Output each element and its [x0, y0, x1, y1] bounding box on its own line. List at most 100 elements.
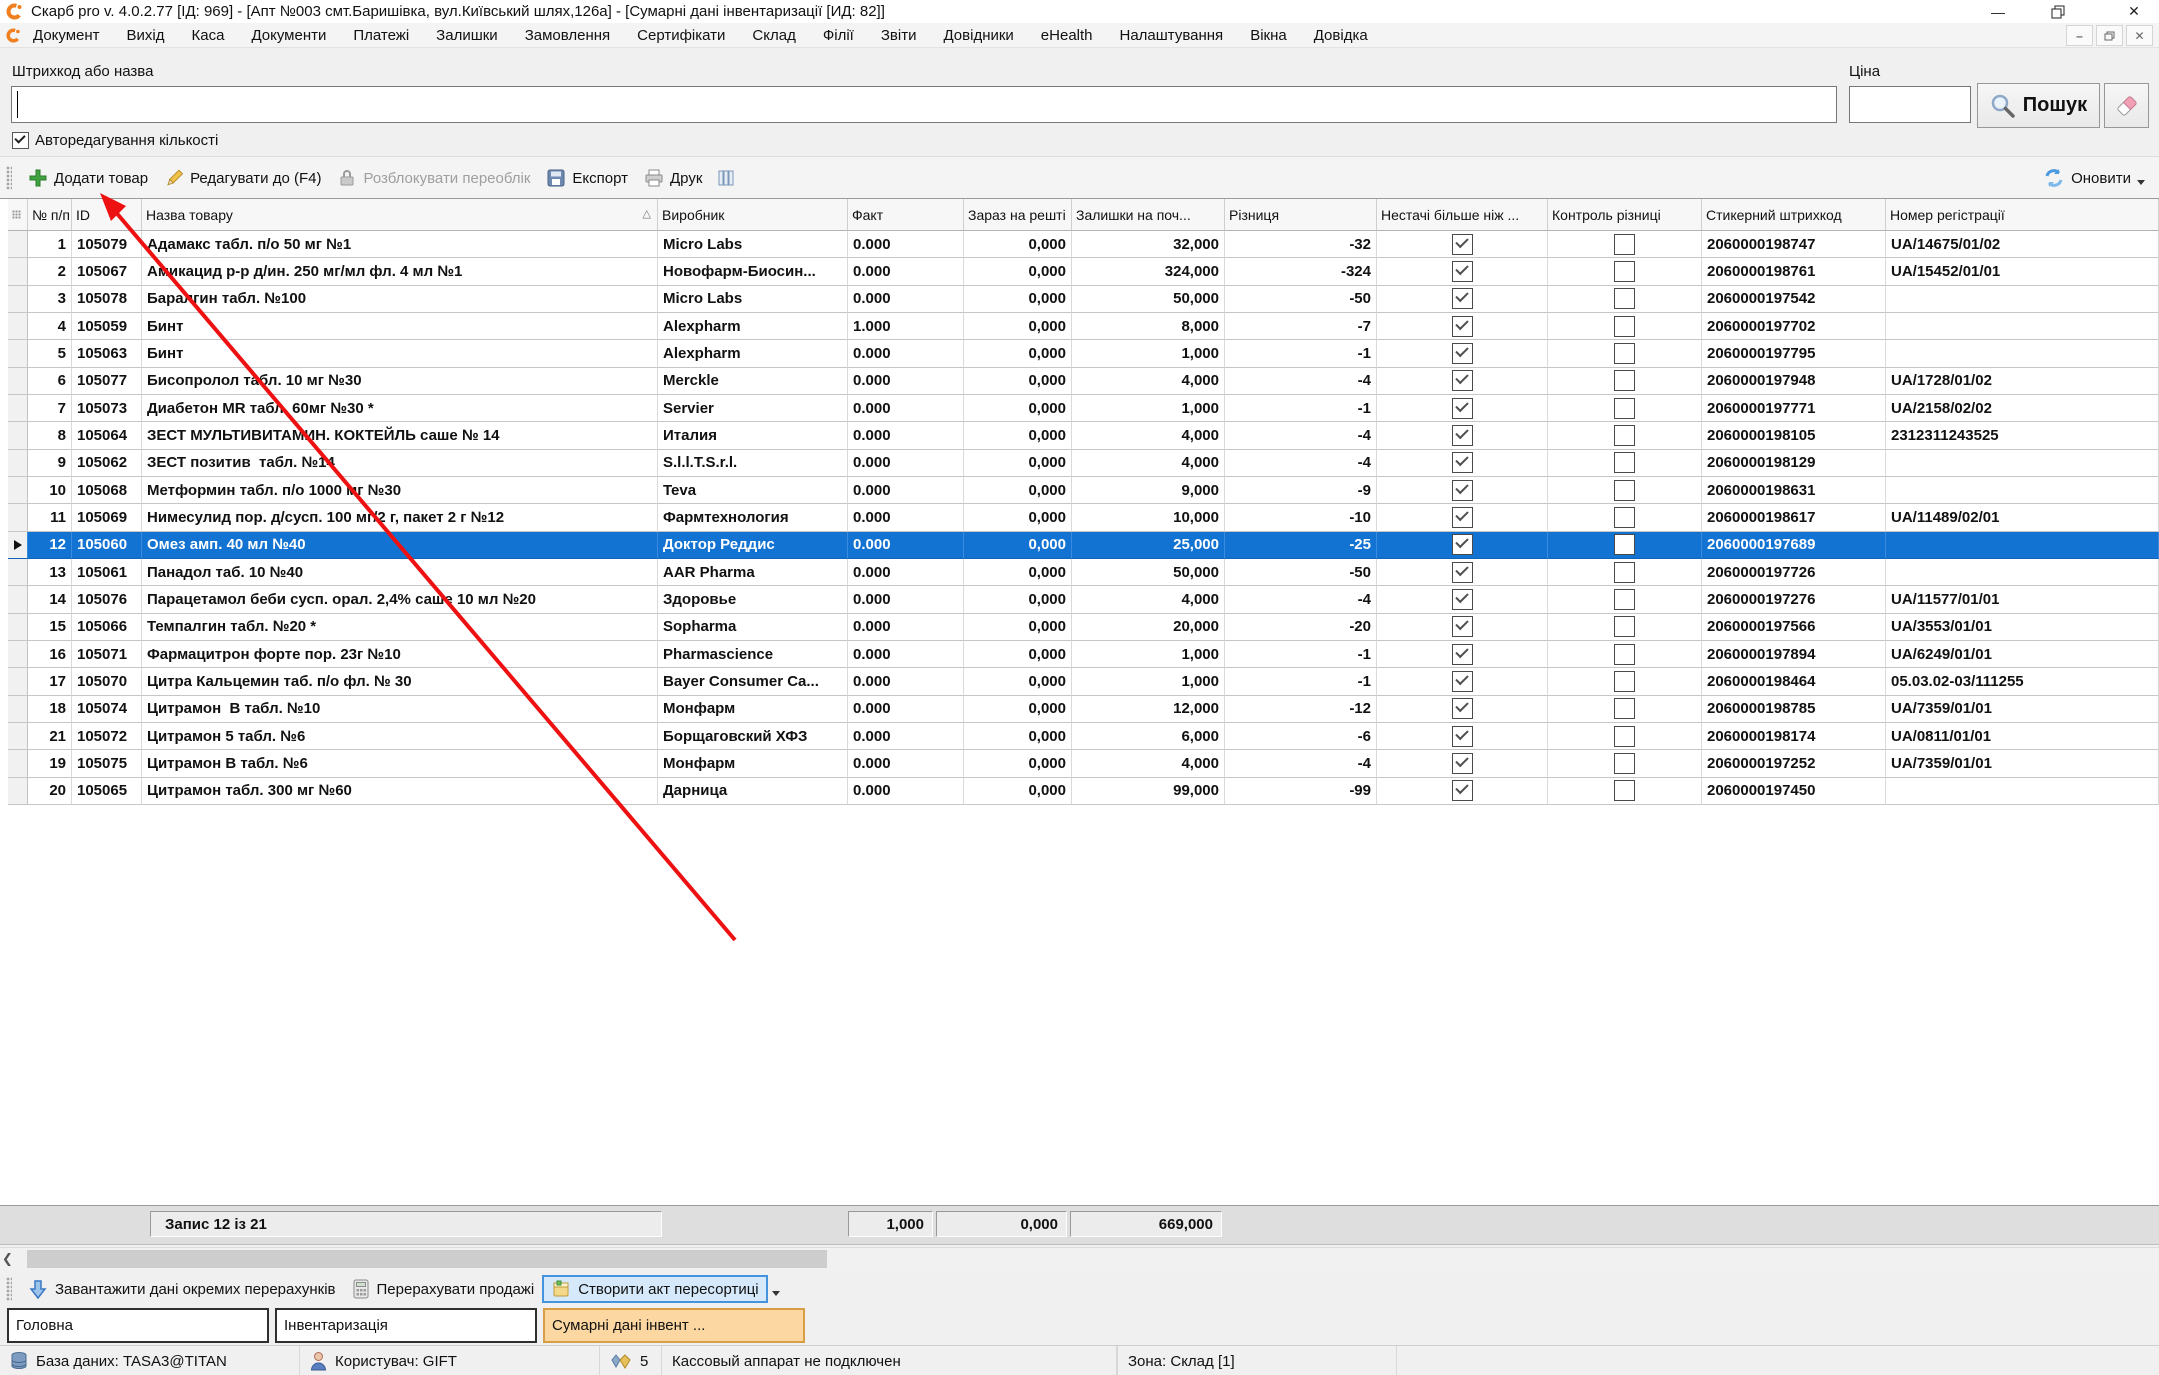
row-marker-cell[interactable]: [8, 723, 28, 750]
checkbox-unchecked-icon[interactable]: [1614, 288, 1635, 309]
row-marker-cell[interactable]: [8, 450, 28, 477]
checkbox-checked-icon[interactable]: [1452, 398, 1473, 419]
checkbox-unchecked-icon[interactable]: [1614, 234, 1635, 255]
scrollbar-thumb[interactable]: [27, 1250, 827, 1268]
checkbox-checked-icon[interactable]: [1452, 288, 1473, 309]
tab-2[interactable]: Сумарні дані інвент ...: [543, 1308, 805, 1343]
row-marker-cell[interactable]: [8, 778, 28, 805]
checkbox-checked-icon[interactable]: [1452, 507, 1473, 528]
mdi-minimize-icon[interactable]: –: [2066, 25, 2093, 46]
table-row[interactable]: 13105061Панадол таб. 10 №40AAR Pharma0.0…: [8, 559, 2159, 586]
checkbox-checked-icon[interactable]: [1452, 562, 1473, 583]
column-header-3[interactable]: Виробник: [658, 199, 848, 231]
menu-item-8[interactable]: Склад: [752, 27, 795, 44]
menu-item-6[interactable]: Замовлення: [525, 27, 610, 44]
checkbox-unchecked-icon[interactable]: [1614, 261, 1635, 282]
table-row[interactable]: 5105063БинтAlexpharm0.0000,0001,000-1206…: [8, 340, 2159, 367]
checkbox-checked-icon[interactable]: [1452, 589, 1473, 610]
checkbox-unchecked-icon[interactable]: [1614, 726, 1635, 747]
toolbar-grip[interactable]: [6, 166, 12, 190]
table-row[interactable]: 3105078Баралгин табл. №100Micro Labs0.00…: [8, 286, 2159, 313]
row-marker-cell[interactable]: [8, 614, 28, 641]
scroll-left-icon[interactable]: ❮: [2, 1251, 13, 1267]
checkbox-unchecked-icon[interactable]: [1614, 671, 1635, 692]
menu-item-10[interactable]: Звіти: [881, 27, 917, 44]
checkbox-unchecked-icon[interactable]: [1614, 507, 1635, 528]
row-marker-cell[interactable]: [8, 641, 28, 668]
checkbox-checked-icon[interactable]: [1452, 616, 1473, 637]
edit-item-button[interactable]: Редагувати до (F4): [156, 164, 329, 192]
row-marker-cell[interactable]: [8, 559, 28, 586]
checkbox-unchecked-icon[interactable]: [1614, 534, 1635, 555]
recalculate-sales-button[interactable]: Перерахувати продажі: [344, 1275, 543, 1303]
table-row[interactable]: 18105074Цитрамон В табл. №10Монфарм0.000…: [8, 696, 2159, 723]
table-row[interactable]: 9105062ЗЕСТ позитив табл. №14S.l.l.T.S.r…: [8, 450, 2159, 477]
checkbox-checked-icon[interactable]: [1452, 316, 1473, 337]
checkbox-unchecked-icon[interactable]: [1614, 698, 1635, 719]
checkbox-unchecked-icon[interactable]: [1614, 644, 1635, 665]
table-row[interactable]: 8105064ЗЕСТ МУЛЬТИВИТАМИН. КОКТЕЙЛЬ саше…: [8, 422, 2159, 449]
create-act-dropdown-icon[interactable]: [772, 1291, 780, 1296]
menu-item-0[interactable]: Документ: [33, 27, 100, 44]
table-row[interactable]: 2105067Амикацид р-р д/ин. 250 мг/мл фл. …: [8, 258, 2159, 285]
tab-1[interactable]: Інвентаризація: [275, 1308, 537, 1343]
checkbox-unchecked-icon[interactable]: [1614, 343, 1635, 364]
column-header-10[interactable]: Стикерний штрихкод: [1702, 199, 1886, 231]
table-row[interactable]: 16105071Фармацитрон форте пор. 23г №10Ph…: [8, 641, 2159, 668]
row-marker-cell[interactable]: [8, 368, 28, 395]
column-header-9[interactable]: Контроль різниці: [1548, 199, 1702, 231]
column-header-1[interactable]: ID: [72, 199, 142, 231]
checkbox-checked-icon[interactable]: [1452, 671, 1473, 692]
checkbox-unchecked-icon[interactable]: [1614, 316, 1635, 337]
checkbox-unchecked-icon[interactable]: [1614, 562, 1635, 583]
refresh-dropdown-icon[interactable]: [2137, 180, 2145, 185]
minimize-icon[interactable]: ―: [1983, 4, 2013, 20]
row-marker-cell[interactable]: [8, 258, 28, 285]
checkbox-unchecked-icon[interactable]: [1614, 398, 1635, 419]
checkbox-checked-icon[interactable]: [1452, 261, 1473, 282]
checkbox-unchecked-icon[interactable]: [1614, 616, 1635, 637]
mdi-close-icon[interactable]: ✕: [2126, 25, 2153, 46]
table-row[interactable]: 6105077Бисопролол табл. 10 мг №30Merckle…: [8, 368, 2159, 395]
checkbox-unchecked-icon[interactable]: [1614, 753, 1635, 774]
menu-item-15[interactable]: Довідка: [1314, 27, 1368, 44]
menu-item-11[interactable]: Довідники: [943, 27, 1013, 44]
export-button[interactable]: Експорт: [538, 164, 636, 192]
columns-icon[interactable]: [716, 168, 736, 188]
column-header-6[interactable]: Залишки на поч...: [1072, 199, 1225, 231]
row-marker-cell[interactable]: [8, 504, 28, 531]
column-header-11[interactable]: Номер регістрації: [1886, 199, 2159, 231]
table-row[interactable]: 4105059БинтAlexpharm1.0000,0008,000-7206…: [8, 313, 2159, 340]
row-marker-cell[interactable]: [8, 395, 28, 422]
row-marker-cell[interactable]: [8, 696, 28, 723]
menu-item-14[interactable]: Вікна: [1250, 27, 1287, 44]
row-marker-cell[interactable]: [8, 231, 28, 258]
tab-0[interactable]: Головна: [7, 1308, 269, 1343]
table-row[interactable]: 7105073Диабетон MR табл. 60мг №30 *Servi…: [8, 395, 2159, 422]
checkbox-checked-icon[interactable]: [1452, 452, 1473, 473]
menu-item-13[interactable]: Налаштування: [1120, 27, 1224, 44]
checkbox-checked-icon[interactable]: [1452, 425, 1473, 446]
table-row[interactable]: 17105070Цитра Кальцемин таб. п/о фл. № 3…: [8, 668, 2159, 695]
checkbox-checked-icon[interactable]: [1452, 343, 1473, 364]
checkbox-checked-icon[interactable]: [1452, 726, 1473, 747]
checkbox-unchecked-icon[interactable]: [1614, 425, 1635, 446]
checkbox-checked-icon[interactable]: [1452, 698, 1473, 719]
clear-button[interactable]: [2104, 83, 2149, 128]
checkbox-unchecked-icon[interactable]: [1614, 452, 1635, 473]
table-row[interactable]: 15105066Темпалгин табл. №20 *Sopharma0.0…: [8, 614, 2159, 641]
row-marker-cell[interactable]: [8, 340, 28, 367]
checkbox-unchecked-icon[interactable]: [1614, 780, 1635, 801]
menu-item-7[interactable]: Сертифікати: [637, 27, 725, 44]
table-row[interactable]: 14105076Парацетамол беби сусп. орал. 2,4…: [8, 586, 2159, 613]
checkbox-unchecked-icon[interactable]: [1614, 589, 1635, 610]
checkbox-unchecked-icon[interactable]: [1614, 480, 1635, 501]
bottom-toolbar-grip[interactable]: [6, 1277, 12, 1301]
load-recounts-button[interactable]: Завантажити дані окремих перерахунків: [20, 1274, 344, 1304]
menu-item-5[interactable]: Залишки: [436, 27, 498, 44]
restore-icon[interactable]: [2051, 5, 2081, 19]
checkbox-checked-icon[interactable]: [1452, 480, 1473, 501]
table-row[interactable]: 21105072Цитрамон 5 табл. №6Борщаговский …: [8, 723, 2159, 750]
mdi-restore-icon[interactable]: [2096, 25, 2123, 46]
checkbox-checked-icon[interactable]: [1452, 644, 1473, 665]
